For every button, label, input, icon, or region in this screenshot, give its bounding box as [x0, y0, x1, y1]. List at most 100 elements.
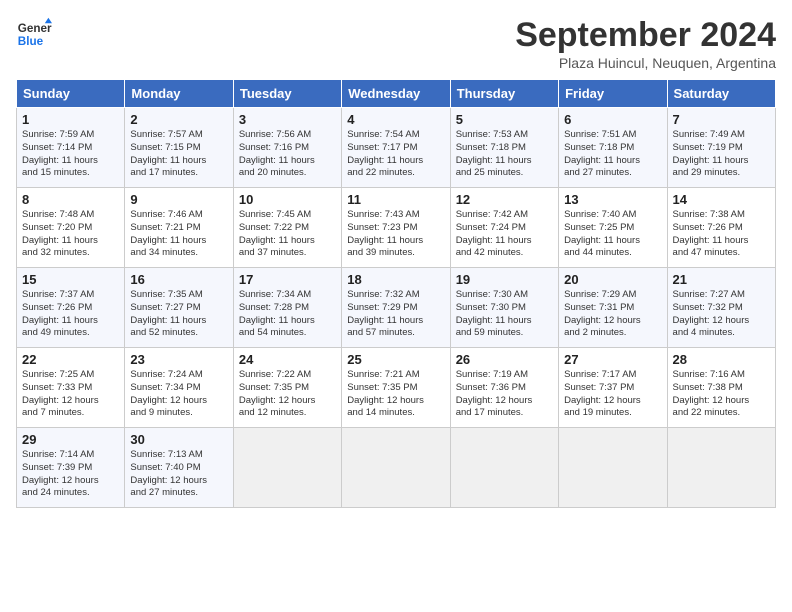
calendar-day-cell: 1 Sunrise: 7:59 AMSunset: 7:14 PMDaylight… — [17, 108, 125, 188]
day-info: Sunrise: 7:46 AMSunset: 7:21 PMDaylight:… — [130, 209, 227, 260]
day-number: 30 — [130, 432, 227, 447]
day-number: 27 — [564, 352, 661, 367]
calendar-day-cell: 20 Sunrise: 7:29 AMSunset: 7:31 PMDayligh… — [559, 268, 667, 348]
calendar-day-cell: 24 Sunrise: 7:22 AMSunset: 7:35 PMDayligh… — [233, 348, 341, 428]
day-info: Sunrise: 7:27 AMSunset: 7:32 PMDaylight:… — [673, 289, 770, 340]
day-number: 2 — [130, 112, 227, 127]
day-number: 24 — [239, 352, 336, 367]
day-number: 14 — [673, 192, 770, 207]
calendar-day-cell: 21 Sunrise: 7:27 AMSunset: 7:32 PMDayligh… — [667, 268, 775, 348]
day-info: Sunrise: 7:14 AMSunset: 7:39 PMDaylight:… — [22, 449, 119, 500]
calendar-day-cell — [450, 428, 558, 508]
calendar-day-cell — [667, 428, 775, 508]
day-number: 5 — [456, 112, 553, 127]
day-info: Sunrise: 7:56 AMSunset: 7:16 PMDaylight:… — [239, 129, 336, 180]
calendar-day-cell: 10 Sunrise: 7:45 AMSunset: 7:22 PMDayligh… — [233, 188, 341, 268]
calendar-day-cell: 7 Sunrise: 7:49 AMSunset: 7:19 PMDaylight… — [667, 108, 775, 188]
calendar-day-cell: 14 Sunrise: 7:38 AMSunset: 7:26 PMDayligh… — [667, 188, 775, 268]
day-number: 26 — [456, 352, 553, 367]
day-info: Sunrise: 7:49 AMSunset: 7:19 PMDaylight:… — [673, 129, 770, 180]
calendar-day-cell: 11 Sunrise: 7:43 AMSunset: 7:23 PMDayligh… — [342, 188, 450, 268]
calendar-week-row: 29 Sunrise: 7:14 AMSunset: 7:39 PMDayligh… — [17, 428, 776, 508]
calendar-week-row: 8Sunrise: 7:48 AMSunset: 7:20 PMDaylight… — [17, 188, 776, 268]
day-number: 7 — [673, 112, 770, 127]
weekday-header-thursday: Thursday — [450, 80, 558, 108]
calendar-week-row: 22Sunrise: 7:25 AMSunset: 7:33 PMDayligh… — [17, 348, 776, 428]
day-info: Sunrise: 7:37 AMSunset: 7:26 PMDaylight:… — [22, 289, 119, 340]
day-info: Sunrise: 7:30 AMSunset: 7:30 PMDaylight:… — [456, 289, 553, 340]
svg-text:Blue: Blue — [18, 35, 44, 48]
day-info: Sunrise: 7:22 AMSunset: 7:35 PMDaylight:… — [239, 369, 336, 420]
day-info: Sunrise: 7:17 AMSunset: 7:37 PMDaylight:… — [564, 369, 661, 420]
calendar-day-cell: 3 Sunrise: 7:56 AMSunset: 7:16 PMDaylight… — [233, 108, 341, 188]
day-number: 15 — [22, 272, 119, 287]
day-number: 12 — [456, 192, 553, 207]
day-number: 20 — [564, 272, 661, 287]
day-number: 8 — [22, 192, 119, 207]
calendar-day-cell: 9 Sunrise: 7:46 AMSunset: 7:21 PMDaylight… — [125, 188, 233, 268]
calendar-day-cell — [559, 428, 667, 508]
svg-text:General: General — [18, 22, 52, 35]
calendar-day-cell: 12Sunrise: 7:42 AMSunset: 7:24 PMDayligh… — [450, 188, 558, 268]
calendar-day-cell: 4 Sunrise: 7:54 AMSunset: 7:17 PMDaylight… — [342, 108, 450, 188]
location: Plaza Huincul, Neuquen, Argentina — [515, 55, 776, 71]
day-number: 18 — [347, 272, 444, 287]
calendar-day-cell: 25Sunrise: 7:21 AMSunset: 7:35 PMDayligh… — [342, 348, 450, 428]
calendar-day-cell: 6Sunrise: 7:51 AMSunset: 7:18 PMDaylight… — [559, 108, 667, 188]
day-number: 9 — [130, 192, 227, 207]
calendar-week-row: 15 Sunrise: 7:37 AMSunset: 7:26 PMDayligh… — [17, 268, 776, 348]
day-number: 4 — [347, 112, 444, 127]
weekday-header-monday: Monday — [125, 80, 233, 108]
calendar-day-cell: 15 Sunrise: 7:37 AMSunset: 7:26 PMDayligh… — [17, 268, 125, 348]
logo-icon: General Blue — [16, 16, 52, 52]
weekday-header-wednesday: Wednesday — [342, 80, 450, 108]
day-info: Sunrise: 7:45 AMSunset: 7:22 PMDaylight:… — [239, 209, 336, 260]
day-number: 1 — [22, 112, 119, 127]
weekday-header-tuesday: Tuesday — [233, 80, 341, 108]
calendar-day-cell — [233, 428, 341, 508]
day-number: 21 — [673, 272, 770, 287]
day-number: 3 — [239, 112, 336, 127]
calendar-day-cell: 26Sunrise: 7:19 AMSunset: 7:36 PMDayligh… — [450, 348, 558, 428]
day-number: 10 — [239, 192, 336, 207]
calendar-day-cell: 17 Sunrise: 7:34 AMSunset: 7:28 PMDayligh… — [233, 268, 341, 348]
day-info: Sunrise: 7:24 AMSunset: 7:34 PMDaylight:… — [130, 369, 227, 420]
calendar-table: SundayMondayTuesdayWednesdayThursdayFrid… — [16, 79, 776, 508]
day-info: Sunrise: 7:59 AMSunset: 7:14 PMDaylight:… — [22, 129, 119, 180]
day-number: 13 — [564, 192, 661, 207]
day-number: 25 — [347, 352, 444, 367]
day-number: 17 — [239, 272, 336, 287]
day-info: Sunrise: 7:34 AMSunset: 7:28 PMDaylight:… — [239, 289, 336, 340]
weekday-header-row: SundayMondayTuesdayWednesdayThursdayFrid… — [17, 80, 776, 108]
day-info: Sunrise: 7:25 AMSunset: 7:33 PMDaylight:… — [22, 369, 119, 420]
calendar-day-cell: 27 Sunrise: 7:17 AMSunset: 7:37 PMDayligh… — [559, 348, 667, 428]
day-info: Sunrise: 7:43 AMSunset: 7:23 PMDaylight:… — [347, 209, 444, 260]
month-title: September 2024 — [515, 16, 776, 55]
day-info: Sunrise: 7:40 AMSunset: 7:25 PMDaylight:… — [564, 209, 661, 260]
day-number: 28 — [673, 352, 770, 367]
calendar-day-cell: 22Sunrise: 7:25 AMSunset: 7:33 PMDayligh… — [17, 348, 125, 428]
calendar-day-cell: 30 Sunrise: 7:13 AMSunset: 7:40 PMDayligh… — [125, 428, 233, 508]
calendar-day-cell: 23Sunrise: 7:24 AMSunset: 7:34 PMDayligh… — [125, 348, 233, 428]
day-info: Sunrise: 7:53 AMSunset: 7:18 PMDaylight:… — [456, 129, 553, 180]
calendar-day-cell: 8Sunrise: 7:48 AMSunset: 7:20 PMDaylight… — [17, 188, 125, 268]
calendar-day-cell: 19 Sunrise: 7:30 AMSunset: 7:30 PMDayligh… — [450, 268, 558, 348]
calendar-day-cell: 18 Sunrise: 7:32 AMSunset: 7:29 PMDayligh… — [342, 268, 450, 348]
day-info: Sunrise: 7:54 AMSunset: 7:17 PMDaylight:… — [347, 129, 444, 180]
day-info: Sunrise: 7:32 AMSunset: 7:29 PMDaylight:… — [347, 289, 444, 340]
weekday-header-saturday: Saturday — [667, 80, 775, 108]
day-number: 29 — [22, 432, 119, 447]
day-info: Sunrise: 7:38 AMSunset: 7:26 PMDaylight:… — [673, 209, 770, 260]
weekday-header-sunday: Sunday — [17, 80, 125, 108]
day-info: Sunrise: 7:51 AMSunset: 7:18 PMDaylight:… — [564, 129, 661, 180]
day-info: Sunrise: 7:35 AMSunset: 7:27 PMDaylight:… — [130, 289, 227, 340]
day-info: Sunrise: 7:13 AMSunset: 7:40 PMDaylight:… — [130, 449, 227, 500]
day-number: 19 — [456, 272, 553, 287]
title-block: September 2024 Plaza Huincul, Neuquen, A… — [515, 16, 776, 71]
page-header: General Blue September 2024 Plaza Huincu… — [16, 16, 776, 71]
calendar-day-cell: 28Sunrise: 7:16 AMSunset: 7:38 PMDayligh… — [667, 348, 775, 428]
day-number: 11 — [347, 192, 444, 207]
calendar-day-cell: 2Sunrise: 7:57 AMSunset: 7:15 PMDaylight… — [125, 108, 233, 188]
calendar-day-cell — [342, 428, 450, 508]
day-info: Sunrise: 7:29 AMSunset: 7:31 PMDaylight:… — [564, 289, 661, 340]
